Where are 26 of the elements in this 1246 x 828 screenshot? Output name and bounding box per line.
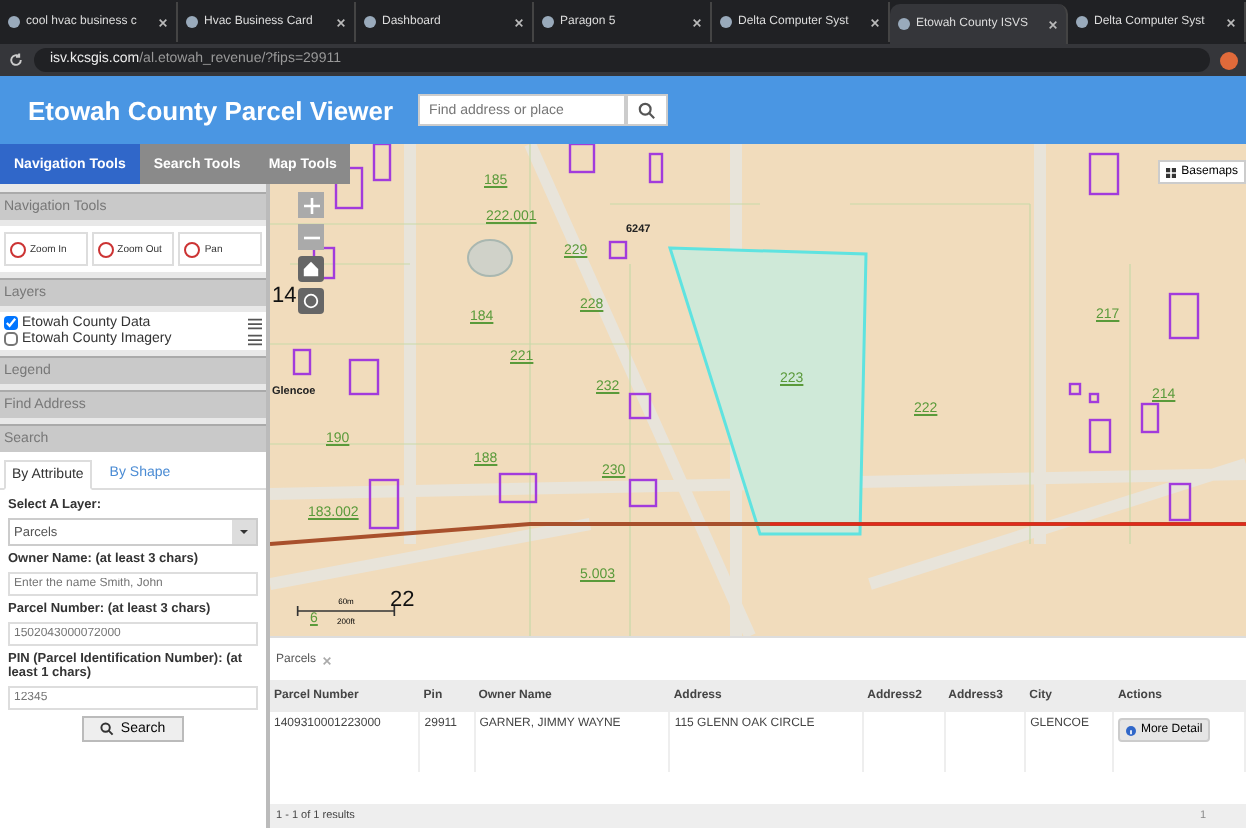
- close-icon[interactable]: [1048, 19, 1058, 29]
- close-icon[interactable]: [336, 17, 346, 27]
- layer-checkbox[interactable]: [4, 316, 18, 330]
- map-label: 22: [390, 588, 415, 612]
- locate-button[interactable]: [298, 288, 324, 314]
- app-title: Etowah County Parcel Viewer: [28, 95, 394, 125]
- grid-icon: [1165, 167, 1176, 177]
- close-icon[interactable]: [158, 17, 168, 27]
- search-button[interactable]: [625, 94, 668, 126]
- close-icon[interactable]: [870, 17, 880, 27]
- close-icon[interactable]: [1226, 17, 1236, 27]
- circle-icon: [302, 292, 320, 310]
- menu-icon[interactable]: [248, 333, 262, 345]
- layer-checkbox[interactable]: [4, 332, 18, 346]
- profile-avatar[interactable]: [1220, 51, 1238, 69]
- reload-icon[interactable]: [8, 52, 24, 68]
- close-icon[interactable]: [514, 17, 524, 27]
- search-icon: [100, 722, 115, 736]
- menu-icon[interactable]: [248, 317, 262, 329]
- close-icon[interactable]: [692, 17, 702, 27]
- home-button[interactable]: [298, 256, 324, 282]
- search-icon: [637, 101, 656, 119]
- info-icon: [1126, 725, 1137, 735]
- home-icon: [302, 260, 320, 278]
- plus-icon: [303, 197, 319, 213]
- map-label: 14: [272, 284, 297, 308]
